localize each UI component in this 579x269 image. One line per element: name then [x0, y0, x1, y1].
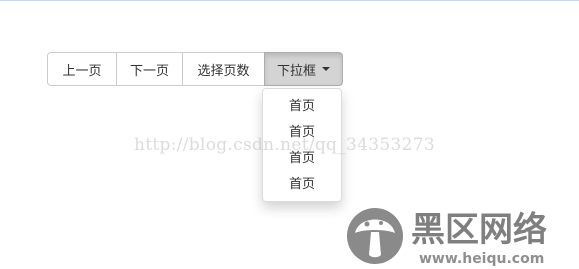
watermark-url: http://blog.csdn.net/qq_34353273	[134, 135, 435, 155]
dropdown-item-home-4[interactable]: 首页	[263, 172, 341, 198]
dropdown-item-home-1[interactable]: 首页	[263, 94, 341, 120]
logo-text: 黑区网络	[411, 210, 547, 250]
top-border-line	[0, 0, 579, 1]
prev-page-button[interactable]: 上一页	[47, 52, 117, 86]
dropdown-toggle-label: 下拉框	[276, 63, 316, 79]
select-page-label: 选择页数	[197, 63, 250, 79]
prev-page-label: 上一页	[62, 63, 102, 79]
logo-domain: www.heiqu.com	[419, 251, 544, 267]
next-page-label: 下一页	[129, 63, 169, 79]
pagination-button-group: 上一页 下一页 选择页数 下拉框	[47, 52, 343, 86]
next-page-button[interactable]: 下一页	[116, 52, 183, 86]
select-page-button[interactable]: 选择页数	[182, 52, 265, 86]
caret-down-icon	[322, 67, 330, 71]
mushroom-logo-icon	[347, 208, 403, 264]
heiqu-logo: 黑区网络 www.heiqu.com	[347, 208, 547, 267]
dropdown-toggle-button[interactable]: 下拉框	[264, 52, 343, 86]
